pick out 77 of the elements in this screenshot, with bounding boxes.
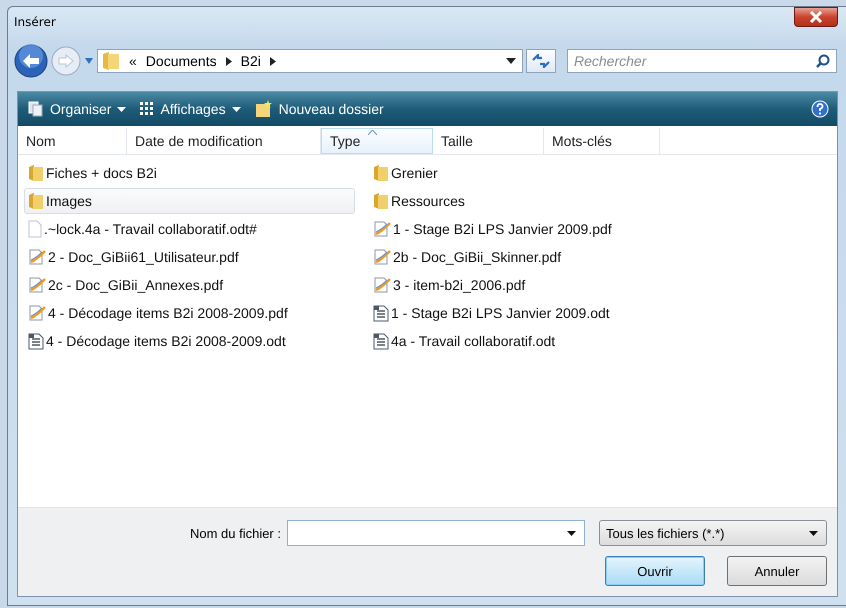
column-header[interactable]: Mots-clés [544,128,660,154]
dropdown-icon[interactable] [506,58,516,64]
toolbar-button[interactable]: Organiser [28,101,126,117]
grid-icon [140,102,154,116]
file-item[interactable]: Ressources [369,188,823,214]
file-type-dropdown[interactable]: Tous les fichiers (*.*) [599,520,827,546]
breadcrumb[interactable]: Documents [146,53,217,69]
text-document-icon [28,332,44,350]
caret-icon [809,530,818,536]
file-name-field[interactable] [287,520,585,546]
folder-icon [102,51,120,71]
file-name: Fiches + docs B2i [46,165,157,181]
pdf-document-icon [28,304,46,322]
overflow-chevron[interactable]: « [129,53,137,69]
dialog-button[interactable]: Annuler [727,556,827,586]
file-name: 2b - Doc_GiBii_Skinner.pdf [393,249,562,265]
file-item[interactable]: 4 - Décodage items B2i 2008-2009.odt [24,328,355,354]
folder-icon [28,192,44,210]
file-item[interactable]: 1 - Stage B2i LPS Janvier 2009.odt [369,300,823,326]
breadcrumb[interactable]: B2i [240,53,261,69]
pdf-document-icon [28,276,46,294]
pdf-document-icon [373,276,391,294]
pdf-document-icon [28,248,46,266]
folder-icon [28,164,44,182]
chevron-icon[interactable] [270,56,276,66]
file-item[interactable]: Images [24,188,355,214]
caret-icon [232,106,241,112]
file-name: 2 - Doc_GiBii61_Utilisateur.pdf [48,249,239,265]
file-name: 1 - Stage B2i LPS Janvier 2009.pdf [393,221,612,237]
file-name: Ressources [391,193,465,209]
refresh-button[interactable] [526,49,556,73]
close-icon [809,11,823,23]
search-field[interactable]: Rechercher [567,49,837,73]
folder-icon [373,192,389,210]
file-name: 4 - Décodage items B2i 2008-2009.pdf [48,305,288,321]
caret-icon [117,106,126,112]
column-header[interactable]: Taille [433,128,544,154]
file-name: 4a - Travail collaboratif.odt [391,333,556,349]
document-icon [28,220,42,238]
pages-icon [28,101,44,117]
file-name: Images [46,193,92,209]
file-item[interactable]: Fiches + docs B2i [24,160,355,186]
file-name: 1 - Stage B2i LPS Janvier 2009.odt [391,305,610,321]
file-name: 4 - Décodage items B2i 2008-2009.odt [46,333,286,349]
file-name: .~lock.4a - Travail collaboratif.odt# [44,221,257,237]
help-icon[interactable] [811,100,829,118]
new-folder-icon [254,100,273,118]
file-item[interactable]: 1 - Stage B2i LPS Janvier 2009.pdf [369,216,823,242]
file-name: Grenier [391,165,438,181]
pdf-document-icon [373,248,391,266]
toolbar-button[interactable]: Affichages [140,101,241,117]
file-item[interactable]: 2c - Doc_GiBii_Annexes.pdf [24,272,355,298]
search-icon [816,54,830,68]
file-item[interactable]: 2 - Doc_GiBii61_Utilisateur.pdf [24,244,355,270]
text-document-icon [373,332,389,350]
pdf-document-icon [373,220,391,238]
column-header[interactable]: Type [321,128,433,154]
text-document-icon [373,304,389,322]
file-item[interactable]: 4 - Décodage items B2i 2008-2009.pdf [24,300,355,326]
file-name-label: Nom du fichier : [190,526,281,540]
file-item[interactable]: 2b - Doc_GiBii_Skinner.pdf [369,244,823,270]
close-button[interactable] [794,7,838,27]
address-bar[interactable]: « Documents B2i [97,49,523,73]
toolbar-button[interactable]: Nouveau dossier [254,100,384,118]
file-name: 3 - item-b2i_2006.pdf [393,277,526,293]
folder-icon [373,164,389,182]
dialog-button[interactable]: Ouvrir [605,556,705,586]
file-item[interactable]: Grenier [369,160,823,186]
file-name: 2c - Doc_GiBii_Annexes.pdf [48,277,224,293]
refresh-icon [532,54,550,68]
dropdown-icon[interactable] [567,530,576,536]
chevron-icon[interactable] [226,56,232,66]
file-item[interactable]: .~lock.4a - Travail collaboratif.odt# [24,216,355,242]
file-item[interactable]: 4a - Travail collaboratif.odt [369,328,823,354]
file-item[interactable]: 3 - item-b2i_2006.pdf [369,272,823,298]
column-header[interactable]: Nom [18,128,127,154]
window-title: Insérer [14,15,56,29]
